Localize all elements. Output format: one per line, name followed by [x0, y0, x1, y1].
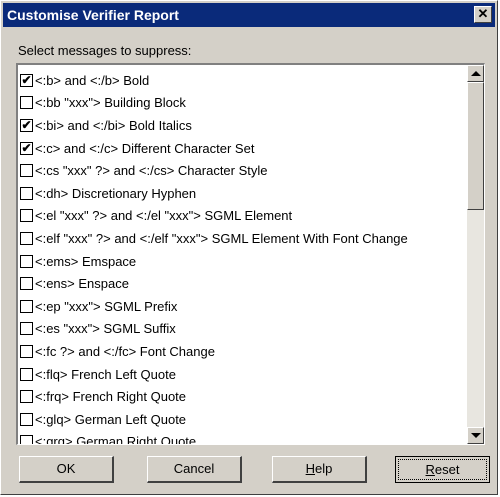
suppress-checkbox[interactable] [20, 277, 33, 291]
check-icon: ✔ [21, 72, 32, 87]
suppress-checkbox[interactable] [20, 322, 33, 336]
list-item-label: <:dh> Discretionary Hyphen [35, 185, 197, 201]
list-item[interactable]: ✔ <:c> and <:/c> Different Character Set [20, 137, 464, 160]
list-item[interactable]: ✔ <:b> and <:/b> Bold [20, 69, 464, 92]
title-bar[interactable]: Customise Verifier Report ✕ [3, 3, 495, 27]
suppress-checkbox[interactable] [20, 390, 33, 404]
list-item-label: <:ems> Emspace [35, 253, 137, 269]
suppress-checkbox[interactable] [20, 435, 33, 444]
close-button[interactable]: ✕ [474, 6, 492, 23]
list-item[interactable]: <:grq> German Right Quote [20, 431, 464, 445]
messages-list: ✔ <:b> and <:/b> Bold <:bb "xxx"> Building… [20, 69, 464, 445]
list-item-label: <:frq> French Right Quote [35, 389, 187, 405]
suppress-checkbox[interactable]: ✔ [20, 117, 33, 132]
scroll-down-button[interactable] [467, 427, 484, 444]
suppress-checkbox[interactable] [20, 231, 33, 245]
suppress-checkbox[interactable] [20, 299, 33, 313]
suppress-checkbox[interactable] [20, 209, 33, 223]
list-item-label: <:ens> Enspace [35, 276, 129, 292]
list-item-label: <:ep "xxx"> SGML Prefix [35, 298, 178, 314]
reset-button-label: Reset [398, 459, 487, 480]
list-item[interactable]: <:elf "xxx" ?> and <:/elf "xxx"> SGML El… [20, 227, 464, 250]
list-item[interactable]: <:el "xxx" ?> and <:/el "xxx"> SGML Elem… [20, 205, 464, 228]
list-item[interactable]: <:glq> German Left Quote [20, 408, 464, 431]
list-item[interactable]: <:ep "xxx"> SGML Prefix [20, 295, 464, 318]
help-button[interactable]: Help [272, 456, 367, 483]
list-item[interactable]: <:flq> French Left Quote [20, 363, 464, 386]
suppress-checkbox[interactable] [20, 254, 33, 268]
list-item[interactable]: <:bb "xxx"> Building Block [20, 92, 464, 115]
suppress-checkbox[interactable]: ✔ [20, 72, 33, 87]
close-icon: ✕ [477, 6, 489, 21]
list-item[interactable]: <:frq> French Right Quote [20, 385, 464, 408]
list-item[interactable]: ✔ <:bi> and <:/bi> Bold Italics [20, 114, 464, 137]
list-item-label: <:b> and <:/b> Bold [35, 72, 150, 88]
list-item-label: <:c> and <:/c> Different Character Set [35, 140, 255, 156]
messages-listbox[interactable]: ✔ <:b> and <:/b> Bold <:bb "xxx"> Building… [16, 63, 485, 445]
list-item[interactable]: <:dh> Discretionary Hyphen [20, 182, 464, 205]
scroll-up-button[interactable] [467, 65, 484, 82]
list-item-label: <:bb "xxx"> Building Block [35, 95, 186, 111]
list-item[interactable]: <:cs "xxx" ?> and <:/cs> Character Style [20, 159, 464, 182]
suppress-checkbox[interactable] [20, 164, 33, 178]
list-item-label: <:elf "xxx" ?> and <:/elf "xxx"> SGML El… [35, 230, 408, 246]
suppress-checkbox[interactable] [20, 96, 33, 110]
check-icon: ✔ [21, 117, 32, 132]
list-item-label: <:es "xxx"> SGML Suffix [35, 321, 176, 337]
cancel-button[interactable]: Cancel [147, 456, 242, 483]
list-item-label: <:grq> German Right Quote [35, 434, 197, 445]
list-item[interactable]: <:ems> Emspace [20, 250, 464, 273]
list-item-label: <:cs "xxx" ?> and <:/cs> Character Style [35, 163, 268, 179]
suppress-checkbox[interactable] [20, 344, 33, 358]
suppress-checkbox[interactable] [20, 367, 33, 381]
suppress-checkbox[interactable] [20, 412, 33, 426]
up-arrow-icon [471, 71, 481, 76]
list-item[interactable]: <:fc ?> and <:/fc> Font Change [20, 340, 464, 363]
scroll-thumb[interactable] [467, 82, 484, 210]
list-item-label: <:glq> German Left Quote [35, 411, 187, 427]
help-button-label: Help [305, 461, 333, 476]
ok-button[interactable]: OK [19, 456, 114, 483]
list-item[interactable]: <:es "xxx"> SGML Suffix [20, 318, 464, 341]
suppress-checkbox[interactable] [20, 186, 33, 200]
list-item-label: <:flq> French Left Quote [35, 366, 176, 382]
check-icon: ✔ [21, 140, 32, 155]
down-arrow-icon [471, 433, 481, 438]
dialog-title: Customise Verifier Report [7, 7, 179, 23]
vertical-scrollbar[interactable] [467, 65, 484, 444]
suppress-checkbox[interactable]: ✔ [20, 140, 33, 155]
reset-button[interactable]: Reset [395, 456, 490, 483]
list-item-label: <:bi> and <:/bi> Bold Italics [35, 117, 192, 133]
list-item-label: <:el "xxx" ?> and <:/el "xxx"> SGML Elem… [35, 208, 293, 224]
customise-verifier-report-dialog: Customise Verifier Report ✕ Select messa… [0, 0, 498, 495]
list-item[interactable]: <:ens> Enspace [20, 272, 464, 295]
list-item-label: <:fc ?> and <:/fc> Font Change [35, 343, 215, 359]
suppress-prompt-label: Select messages to suppress: [18, 43, 192, 58]
